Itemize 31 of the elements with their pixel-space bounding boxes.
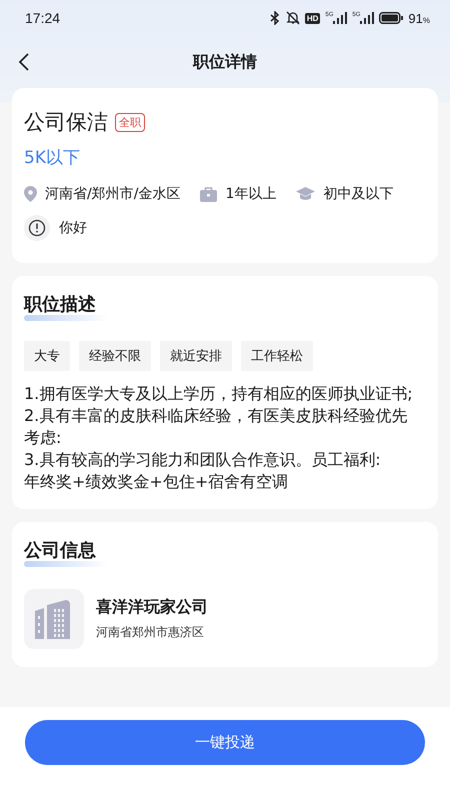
job-description: 1.拥有医学大专及以上学历，持有相应的医师执业证书; 2.具有丰富的皮肤科临床经验，有医美皮肤科经验优先考虑: 3.具有较高的学习能力和团队合作意识。员工福利: 年终奖+绩效奖金+包住+宿舍有空调 [24,383,414,493]
signal-icon [333,12,348,24]
graduation-cap-icon [296,187,316,201]
hd-badge: HD [304,12,320,24]
building-icon [24,589,84,649]
job-note: 你好 [59,219,87,237]
skill-tag: 经验不限 [79,341,151,371]
skill-tag: 大专 [24,341,70,371]
location-pin-icon [24,186,37,202]
muted-bell-icon [286,11,300,25]
bluetooth-icon [268,11,281,25]
section-heading: 公司信息 [24,540,96,561]
page-title: 职位详情 [193,52,257,72]
signal-icon [360,12,374,24]
status-time: 17:24 [25,10,60,26]
battery-icon [379,12,404,24]
job-meta: 1年以上 [225,185,276,203]
info-icon [24,215,50,241]
job-title: 公司保洁 [24,109,108,136]
company-name: 喜洋洋玩家公司 [96,597,208,618]
battery-percent: 91% [408,10,430,26]
job-meta: 初中及以下 [323,185,394,203]
salary: 5K以下 [24,147,81,169]
section-heading: 职位描述 [24,294,96,315]
apply-button[interactable]: 一键投递 [25,720,425,765]
skill-tag: 就近安排 [160,341,232,371]
briefcase-icon [200,186,218,202]
skill-tag: 工作轻松 [241,341,313,371]
job-type-tag: 全职 [115,112,145,132]
job-meta: 河南省/郑州市/金水区 [45,185,180,203]
company-address: 河南省郑州市惠济区 [96,624,205,641]
